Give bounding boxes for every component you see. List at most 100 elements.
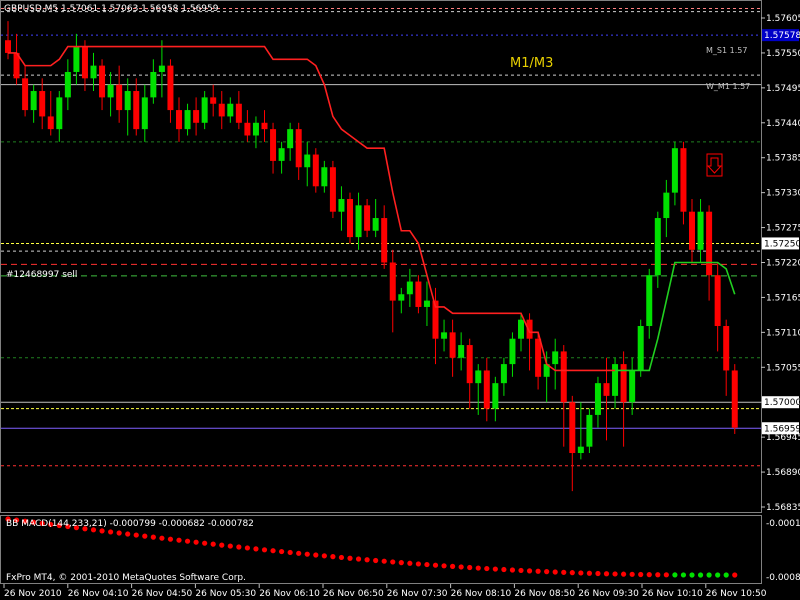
macd-label: BB MACD(144,233,21) -0.000799 -0.000682 … (6, 519, 254, 529)
candle-body (706, 211, 713, 276)
macd-dot (296, 550, 302, 556)
macd-dot (646, 572, 652, 578)
candle-body (381, 218, 388, 263)
price-axis: 1.57605 1.57550 1.57495 1.57440 1.57385 1.573… (761, 14, 800, 513)
candle-body (492, 383, 499, 409)
price-tick-label: 1.56945 (766, 433, 800, 443)
macd-dot (287, 549, 293, 556)
time-tick-label: 26 Nov 2010 (4, 589, 62, 599)
price-tick-label: 1.57550 (766, 49, 800, 59)
candle-body (304, 154, 311, 168)
macd-dot (202, 540, 208, 546)
macd-bar-bg (441, 519, 448, 566)
macd-dot (603, 571, 610, 577)
macd-bar-bg (475, 519, 482, 569)
candle-body (64, 71, 71, 98)
macd-dot (621, 571, 627, 577)
macd-dot (432, 562, 439, 568)
order-label: #12468997 sell (6, 270, 77, 280)
candle-body (731, 370, 738, 428)
candle-body (500, 364, 507, 384)
candle-body (56, 97, 63, 130)
macd-bar-bg (372, 519, 379, 561)
candle-body (107, 84, 114, 98)
candle-body (261, 122, 268, 130)
macd-dot (458, 564, 464, 570)
macd-dot (227, 543, 233, 549)
candle-body (441, 332, 448, 339)
candle-body (133, 91, 140, 130)
macd-bar-bg (637, 519, 644, 575)
sell-arrow-icon[interactable] (706, 153, 723, 177)
candle-body (141, 97, 148, 130)
macd-bar-bg (586, 519, 593, 574)
macd-dot (638, 571, 644, 578)
macd-dot (697, 572, 704, 578)
time-tick-label: 26 Nov 08:10 (451, 589, 512, 599)
candle-body (150, 71, 157, 98)
candle-body (73, 46, 80, 72)
macd-bar-bg (629, 519, 636, 575)
macd-dot (142, 533, 148, 539)
macd-dot (424, 561, 430, 568)
candle-body (5, 40, 11, 53)
candle-body (218, 103, 225, 117)
price-tick-label: 1.57440 (766, 119, 800, 129)
macd-dot (279, 548, 285, 555)
macd-bar-bg (398, 519, 405, 563)
candle-body (671, 148, 678, 193)
macd-bar-bg (560, 519, 567, 573)
macd-dot (150, 534, 156, 540)
macd-bar-bg (312, 519, 319, 556)
macd-bar-bg (663, 519, 670, 575)
macd-dot (159, 535, 165, 541)
candle-body (227, 103, 234, 117)
candle-body (697, 211, 704, 250)
candle-body (176, 110, 182, 130)
candle-body (81, 46, 88, 79)
price-tick-label: 1.57275 (766, 224, 800, 234)
macd-dot (689, 572, 695, 578)
candle-body (210, 97, 217, 104)
price-chart[interactable]: 1.57605 1.57550 1.57495 1.57440 1.57385 1.573… (0, 0, 800, 600)
macd-bar-bg (671, 519, 678, 575)
macd-bar-bg (458, 519, 465, 567)
macd-bar-bg (338, 519, 345, 558)
macd-dot (715, 572, 721, 578)
candle-body (509, 338, 516, 365)
time-tick-label: 26 Nov 08:50 (514, 589, 575, 599)
candle-body (475, 370, 482, 384)
macd-dot (330, 554, 336, 560)
macd-dot (544, 569, 550, 575)
macd-dot (415, 561, 421, 567)
time-tick-label: 26 Nov 06:50 (323, 589, 384, 599)
price-tick-label: 1.56835 (766, 503, 800, 513)
candle-body (612, 364, 619, 396)
macd-bar-bg (723, 519, 730, 575)
macd-bar-bg (364, 519, 371, 560)
price-tag: 1.57250 (764, 239, 800, 249)
candle-body (637, 326, 644, 371)
price-tick-label: 1.57385 (766, 154, 800, 164)
level-lines (1, 7, 761, 467)
macd-dot (578, 570, 584, 576)
candle-body (714, 275, 721, 327)
macd-bar-bg (552, 519, 559, 572)
macd-bar-bg (261, 519, 268, 550)
macd-bar-bg (321, 519, 328, 556)
macd-dot (655, 572, 661, 578)
macd-dot (219, 542, 225, 548)
macd-bar-bg (329, 519, 336, 557)
candle-body (458, 345, 465, 358)
macd-dot (552, 569, 558, 575)
macd-dot (253, 546, 259, 552)
macd-dot (586, 570, 593, 576)
macd-bar-bg (304, 519, 311, 555)
price-tag: 1.57578 (764, 31, 800, 41)
candle-body (30, 91, 37, 111)
level-label-m-s1: M_S1 1.57 (706, 46, 747, 55)
candle-body (603, 383, 610, 396)
macd-dot (398, 560, 404, 566)
macd-dot (261, 547, 268, 553)
candle-body (466, 345, 473, 384)
